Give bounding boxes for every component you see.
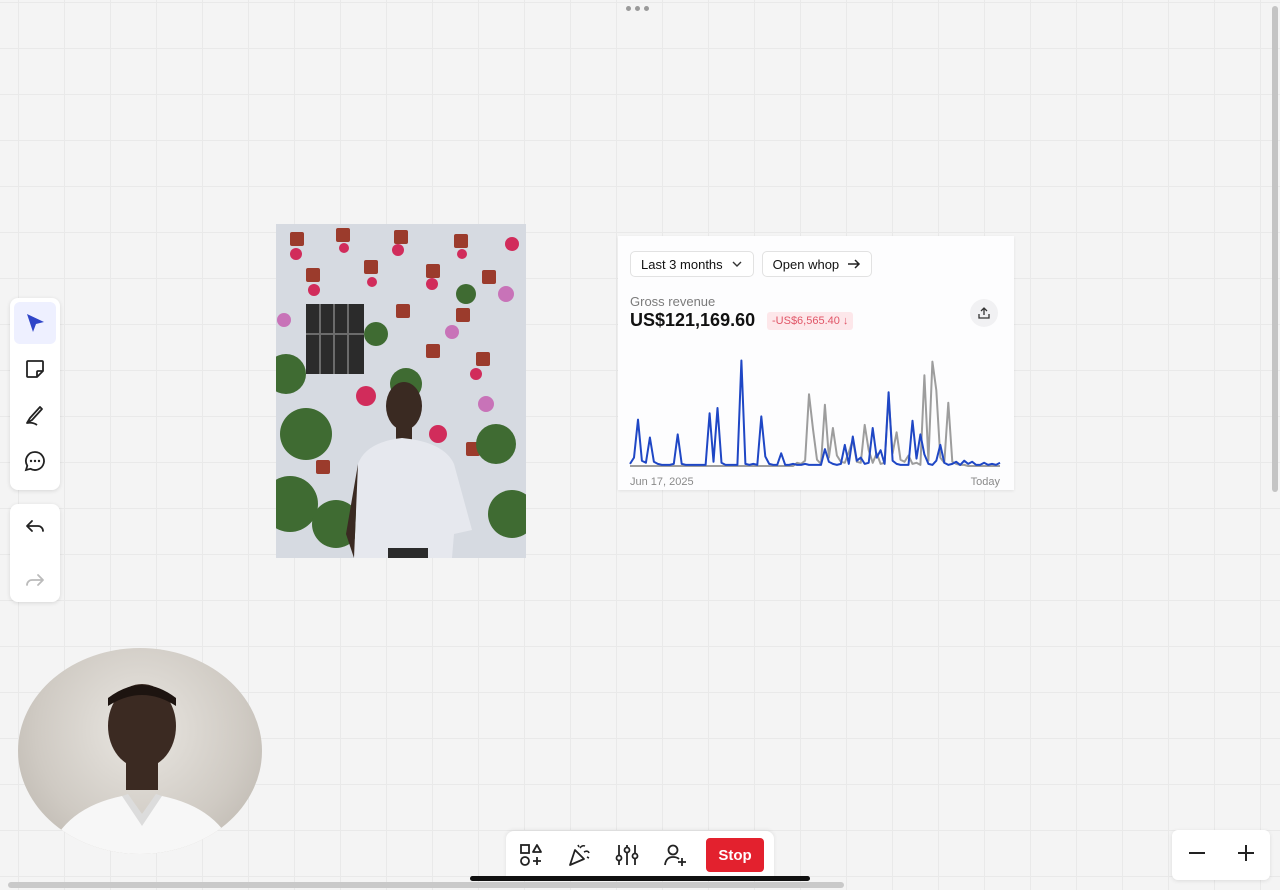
undo-icon [26,520,44,532]
metric-value: US$121,169.60 [630,310,756,330]
redo-button[interactable] [14,559,56,601]
change-badge: -US$6,565.40 ↓ [767,312,854,330]
pen-icon [26,406,43,426]
comment-tool-button[interactable] [14,440,56,482]
bottom-toolbar: Stop [506,831,774,879]
revenue-line-chart [629,359,1001,467]
chevron-down-icon [732,261,742,267]
comment-bubble-icon [24,451,45,472]
stop-button[interactable]: Stop [706,838,764,872]
metric-label: Gross revenue [630,294,716,309]
history-panel [10,504,60,602]
pen-tool-button[interactable] [14,394,56,436]
redo-icon [26,574,44,586]
plus-icon [1237,844,1254,861]
sticky-note-icon [26,360,44,378]
x-axis-start-label: Jun 17, 2025 [630,476,694,488]
previous-period-series-line [630,360,1000,467]
canvas-photo[interactable] [276,224,526,558]
shapes-add-icon [520,844,542,866]
undo-button[interactable] [14,505,56,547]
dot-icon [644,6,649,11]
share-button[interactable] [970,299,998,327]
canvas-menu-handle[interactable] [626,6,649,11]
webcam-preview[interactable] [18,648,262,854]
webcam-person-illustration [48,684,236,854]
tool-panel [10,298,60,490]
sticky-note-button[interactable] [14,348,56,390]
zoom-controls [1172,830,1270,880]
zoom-out-button[interactable] [1186,842,1208,869]
party-popper-icon [569,844,590,866]
open-whop-label: Open whop [772,256,840,272]
dot-icon [635,6,640,11]
dot-icon [626,6,631,11]
home-indicator [470,876,810,881]
share-icon [978,307,990,319]
sliders-icon [615,845,639,865]
open-whop-button[interactable]: Open whop [761,251,873,277]
cursor-arrow-icon [27,314,44,332]
add-shapes-button[interactable] [518,842,544,868]
select-tool-button[interactable] [14,302,56,344]
x-axis-end-label: Today [970,476,1000,488]
flower-wall-photo-illustration [276,224,526,558]
user-add-icon [664,844,686,866]
zoom-in-button[interactable] [1235,842,1257,869]
celebrate-button[interactable] [566,842,592,868]
arrow-right-icon [848,259,861,269]
horizontal-scrollbar[interactable] [8,882,844,888]
adjust-settings-button[interactable] [614,842,640,868]
invite-user-button[interactable] [662,842,688,868]
period-label: Last 3 months [641,256,723,272]
vertical-scrollbar[interactable] [1272,6,1278,492]
minus-icon [1188,851,1205,854]
revenue-widget: Last 3 months Open whop Gross revenue US… [618,236,1014,490]
period-dropdown[interactable]: Last 3 months [630,251,754,277]
